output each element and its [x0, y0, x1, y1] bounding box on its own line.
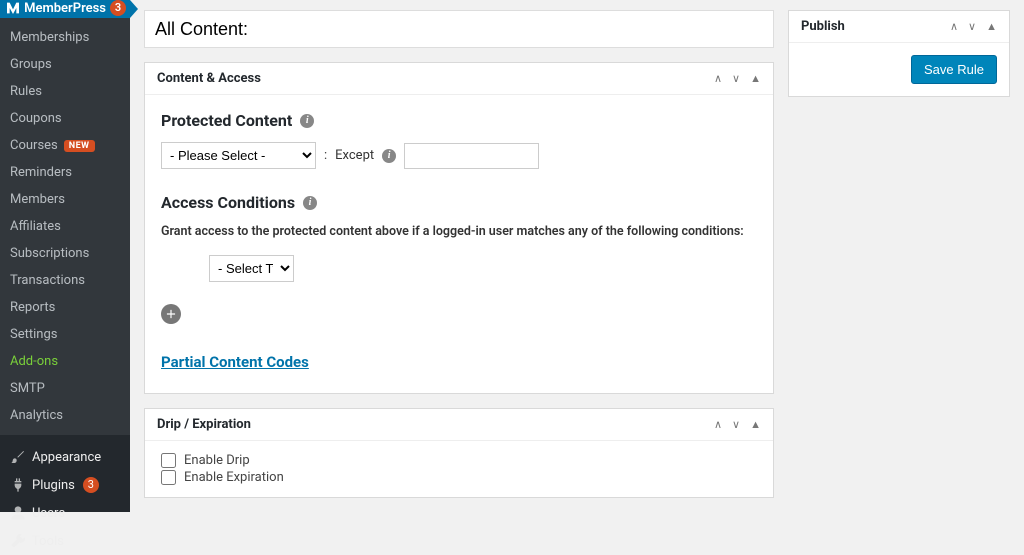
- sidebar-item-plugins[interactable]: Plugins 3: [0, 471, 130, 499]
- sidebar-item-reports[interactable]: Reports: [0, 294, 130, 321]
- except-input[interactable]: [404, 143, 539, 169]
- sidebar-item-tools[interactable]: Tools: [0, 527, 130, 555]
- box-down-icon[interactable]: ∨: [732, 418, 740, 431]
- sidebar-item-transactions[interactable]: Transactions: [0, 267, 130, 294]
- partial-content-codes-link[interactable]: Partial Content Codes: [161, 353, 309, 371]
- brand-notify-count: 3: [110, 0, 126, 16]
- sidebar-item-members[interactable]: Members: [0, 186, 130, 213]
- save-rule-button[interactable]: Save Rule: [911, 55, 997, 84]
- add-condition-button[interactable]: [161, 304, 181, 324]
- box-toggle-icon[interactable]: ▲: [750, 418, 761, 431]
- sidebar-brand[interactable]: MemberPress 3: [0, 0, 130, 18]
- main-left-column: Content & Access ∧ ∨ ▲ Protected Content…: [144, 10, 774, 512]
- except-label: Except: [335, 148, 374, 163]
- enable-drip-label: Enable Drip: [184, 453, 250, 468]
- wrench-icon: [10, 533, 26, 549]
- sidebar-item-smtp[interactable]: SMTP: [0, 375, 130, 402]
- box-up-icon[interactable]: ∧: [714, 72, 722, 85]
- info-icon[interactable]: i: [300, 114, 314, 128]
- rule-title-input[interactable]: [144, 10, 774, 48]
- enable-expiration-checkbox[interactable]: [161, 470, 176, 485]
- sidebar-item-coupons[interactable]: Coupons: [0, 105, 130, 132]
- admin-sidebar: MemberPress 3 Memberships Groups Rules C…: [0, 0, 130, 512]
- sidebar-item-addons[interactable]: Add-ons: [0, 348, 130, 375]
- sidebar-item-memberships[interactable]: Memberships: [0, 24, 130, 51]
- publish-header: Publish ∧ ∨ ▲: [789, 11, 1009, 43]
- new-pill: NEW: [64, 140, 95, 152]
- sidebar-wp-menu: Appearance Plugins 3 Users Tools: [0, 435, 130, 555]
- content-access-heading: Content & Access: [157, 71, 261, 86]
- main-right-column: Publish ∧ ∨ ▲ Save Rule: [788, 10, 1010, 512]
- sidebar-item-settings[interactable]: Settings: [0, 321, 130, 348]
- sidebar-item-analytics[interactable]: Analytics: [0, 402, 130, 429]
- grant-access-description: Grant access to the protected content ab…: [161, 224, 757, 239]
- sidebar-item-affiliates[interactable]: Affiliates: [0, 213, 130, 240]
- publish-heading: Publish: [801, 19, 845, 34]
- sidebar-submenu: Memberships Groups Rules Coupons Courses…: [0, 18, 130, 435]
- enable-expiration-row[interactable]: Enable Expiration: [161, 470, 757, 485]
- brush-icon: [10, 449, 26, 465]
- publish-box: Publish ∧ ∨ ▲ Save Rule: [788, 10, 1010, 97]
- box-up-icon[interactable]: ∧: [950, 20, 958, 33]
- drip-heading: Drip / Expiration: [157, 417, 251, 432]
- sidebar-notch: [130, 0, 138, 18]
- main-area: Content & Access ∧ ∨ ▲ Protected Content…: [130, 0, 1024, 512]
- box-up-icon[interactable]: ∧: [714, 418, 722, 431]
- sidebar-item-courses[interactable]: CoursesNEW: [0, 132, 130, 159]
- brand-name: MemberPress: [24, 1, 106, 16]
- content-access-box: Content & Access ∧ ∨ ▲ Protected Content…: [144, 62, 774, 394]
- info-icon[interactable]: i: [382, 149, 396, 163]
- condition-type-select[interactable]: - Select Type: [209, 255, 294, 282]
- plugins-count-badge: 3: [83, 477, 99, 493]
- box-down-icon[interactable]: ∨: [968, 20, 976, 33]
- user-icon: [10, 505, 26, 521]
- colon-label: :: [324, 148, 327, 163]
- box-toggle-icon[interactable]: ▲: [750, 72, 761, 85]
- box-down-icon[interactable]: ∨: [732, 72, 740, 85]
- memberpress-logo-icon: [4, 0, 21, 16]
- box-toggle-icon[interactable]: ▲: [986, 20, 997, 33]
- protected-content-select[interactable]: - Please Select -: [161, 142, 316, 169]
- drip-header: Drip / Expiration ∧ ∨ ▲: [145, 409, 773, 441]
- sidebar-item-groups[interactable]: Groups: [0, 51, 130, 78]
- plug-icon: [10, 477, 26, 493]
- access-conditions-label: Access Conditions: [161, 193, 295, 212]
- drip-expiration-box: Drip / Expiration ∧ ∨ ▲ Enable Drip Enab…: [144, 408, 774, 498]
- sidebar-item-users[interactable]: Users: [0, 499, 130, 527]
- enable-expiration-label: Enable Expiration: [184, 470, 284, 485]
- sidebar-item-subscriptions[interactable]: Subscriptions: [0, 240, 130, 267]
- sidebar-item-reminders[interactable]: Reminders: [0, 159, 130, 186]
- sidebar-item-rules[interactable]: Rules: [0, 78, 130, 105]
- protected-content-label: Protected Content: [161, 111, 292, 130]
- info-icon[interactable]: i: [303, 196, 317, 210]
- enable-drip-row[interactable]: Enable Drip: [161, 453, 757, 468]
- content-access-header: Content & Access ∧ ∨ ▲: [145, 63, 773, 95]
- sidebar-item-appearance[interactable]: Appearance: [0, 443, 130, 471]
- enable-drip-checkbox[interactable]: [161, 453, 176, 468]
